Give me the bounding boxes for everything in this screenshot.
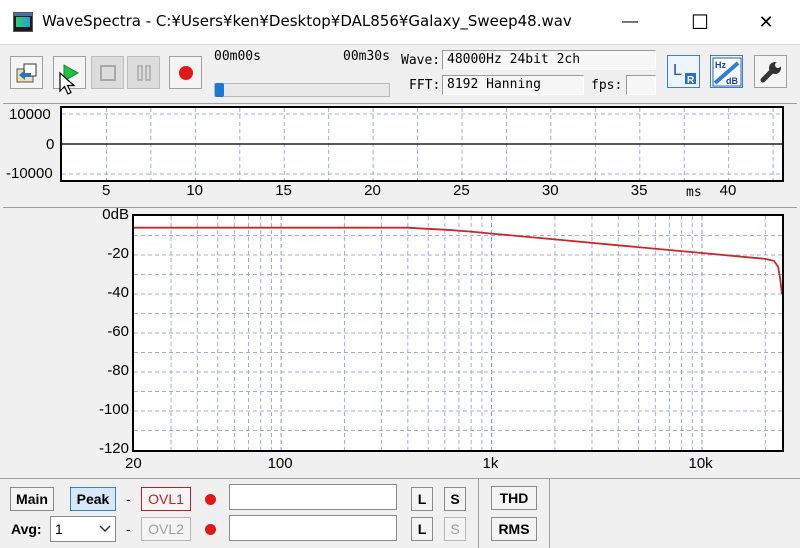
ovl2-name-input[interactable]: [229, 515, 397, 541]
ovl2-load-button[interactable]: L: [411, 517, 433, 541]
spectrum-ytick-label: -40: [107, 284, 129, 301]
position-slider-thumb[interactable]: [215, 83, 224, 97]
wave-ytick: 0: [46, 136, 55, 153]
ovl2-record-button[interactable]: [198, 517, 222, 541]
window-title: WaveSpectra - C:¥Users¥ken¥Desktop¥DAL85…: [42, 12, 572, 30]
fft-label: FFT:: [409, 78, 441, 93]
main-button[interactable]: Main: [10, 487, 54, 511]
wave-ytick: 10000: [9, 106, 51, 123]
spectrum-ytick-label: -80: [107, 362, 129, 379]
wave-xtick-label: 10: [186, 182, 204, 199]
stop-button[interactable]: [91, 56, 124, 89]
wave-xtick-label: 40: [719, 182, 737, 199]
ovl1-button[interactable]: OVL1: [141, 487, 191, 511]
dash-separator: -: [126, 491, 131, 507]
record-icon: [178, 65, 193, 80]
title-bar: WaveSpectra - C:¥Users¥ken¥Desktop¥DAL85…: [0, 0, 800, 44]
time-start-label: 00m00s: [214, 49, 261, 64]
toolbar: 00m00s 00m30s Wave: 48000Hz 24bit 2ch FF…: [0, 44, 800, 102]
wave-x-unit: ms: [686, 185, 702, 200]
bottom-controls: Main Peak - OVL1 L S Avg: 1 - OVL2 L S T…: [0, 478, 800, 548]
rms-button[interactable]: RMS: [491, 517, 537, 541]
ovl1-record-button[interactable]: [198, 487, 222, 511]
app-icon: [13, 12, 33, 32]
lr-main-text: L: [673, 62, 682, 79]
avg-select[interactable]: 1: [50, 516, 116, 542]
wave-xtick-label: 15: [275, 182, 292, 199]
wave-xtick-label: 25: [453, 182, 470, 199]
record-button[interactable]: [169, 56, 202, 89]
avg-value: 1: [55, 521, 63, 537]
pause-icon: [136, 64, 151, 81]
minimize-button[interactable]: —: [607, 0, 653, 44]
fps-label: fps:: [591, 78, 623, 93]
hz-text: Hz: [715, 60, 726, 70]
spectrum-xtick-label: 10k: [688, 455, 713, 472]
wrench-icon: [760, 61, 781, 82]
spectrum-curve: [134, 226, 782, 295]
wave-format-field: 48000Hz 24bit 2ch: [442, 50, 656, 70]
spectrum-ytick-label: -20: [107, 245, 129, 262]
spectrum-svg: [134, 216, 782, 450]
spectrum-xtick-label: 1k: [482, 455, 499, 472]
avg-label: Avg:: [11, 521, 42, 537]
divider: [549, 479, 550, 548]
dash-separator: -: [126, 521, 131, 537]
lr-channel-button[interactable]: L R: [667, 55, 700, 88]
record-icon: [204, 493, 216, 505]
open-file-button[interactable]: [10, 56, 43, 89]
settings-button[interactable]: [754, 55, 787, 88]
spectrum-xtick-label: 20: [125, 455, 142, 472]
ovl2-save-button[interactable]: S: [444, 517, 466, 541]
spectrum-xtick-label: 100: [267, 455, 293, 472]
wave-xtick-label: 30: [541, 182, 559, 199]
wave-xtick-label: 5: [101, 182, 111, 199]
spectrum-ytick-label: 0dB: [102, 206, 129, 223]
ovl1-name-input[interactable]: [229, 484, 397, 510]
divider: [478, 479, 479, 548]
peak-button[interactable]: Peak: [70, 487, 116, 511]
pause-button[interactable]: [127, 56, 160, 89]
close-button[interactable]: ✕: [743, 0, 789, 44]
waveform-svg: [62, 108, 782, 180]
wave-label: Wave:: [401, 53, 441, 68]
lr-sub-text: R: [687, 75, 695, 86]
spectrum-ytick-label: -100: [98, 401, 129, 418]
ovl1-load-button[interactable]: L: [411, 487, 433, 511]
time-end-label: 00m30s: [343, 49, 390, 64]
chevron-down-icon: [99, 525, 111, 533]
ovl2-button[interactable]: OVL2: [141, 517, 191, 541]
wave-xtick-label: 20: [364, 182, 381, 199]
spectrum-ytick-label: -60: [107, 323, 129, 340]
spectrum-plot[interactable]: [132, 214, 784, 452]
hz-db-scale-button[interactable]: Hz dB: [710, 55, 743, 88]
hz-db-scale-icon: Hz dB: [712, 57, 741, 86]
lr-channel-icon: L R: [673, 62, 696, 86]
mouse-cursor-icon: [59, 71, 76, 95]
open-file-icon: [16, 63, 36, 82]
db-text: dB: [726, 76, 738, 86]
wave-ytick: -10000: [6, 165, 53, 182]
stop-icon: [99, 64, 116, 81]
position-slider[interactable]: [214, 83, 390, 97]
maximize-button[interactable]: ☐: [677, 0, 723, 44]
record-icon: [204, 523, 216, 535]
ovl1-save-button[interactable]: S: [444, 487, 466, 511]
wave-xtick-label: 35: [630, 182, 648, 199]
fft-setting-field: 8192 Hanning: [442, 75, 584, 95]
thd-button[interactable]: THD: [491, 486, 537, 510]
waveform-plot[interactable]: [60, 106, 784, 182]
fps-field: [626, 75, 656, 95]
